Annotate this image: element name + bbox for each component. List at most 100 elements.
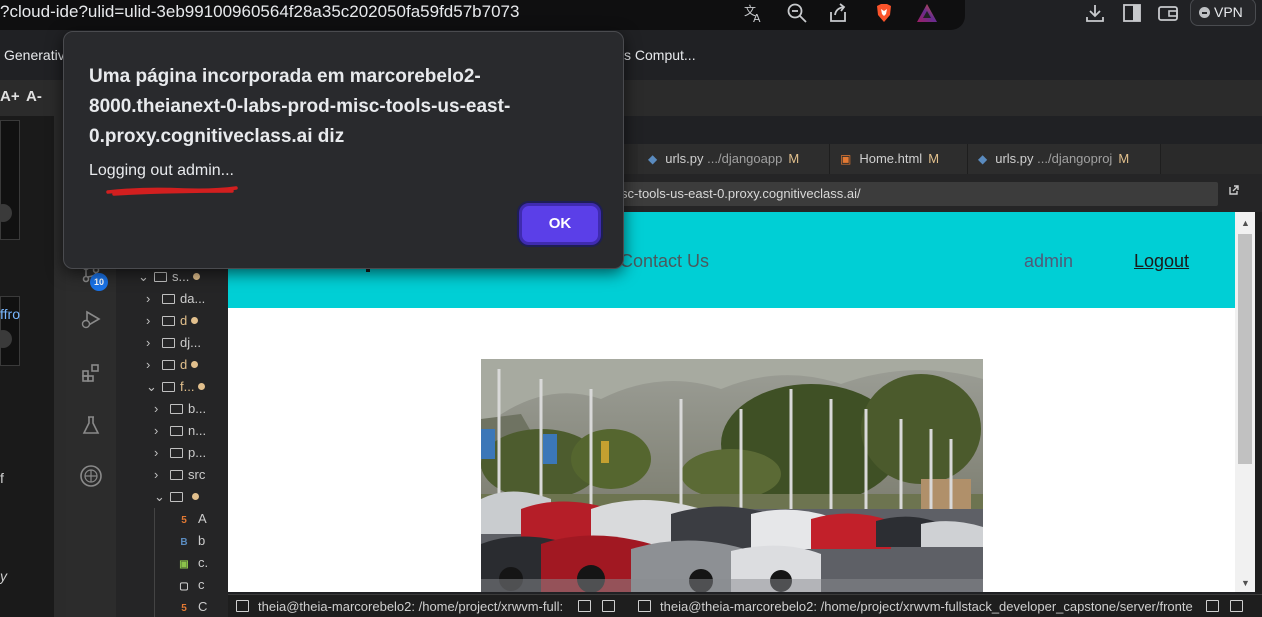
tab-home-html[interactable]: ▣ Home.html M (830, 144, 968, 174)
font-decrease-button[interactable]: A- (26, 88, 42, 105)
bookmark-computer[interactable]: s Comput... (624, 47, 696, 63)
address-bar-text[interactable]: ?cloud-ide?ulid=ulid-3eb99100960564f28a3… (0, 2, 519, 22)
tree-file[interactable]: Bb (178, 530, 205, 552)
tree-label: da... (180, 291, 206, 306)
tree-label: n... (188, 423, 207, 438)
maximize-panel-icon[interactable] (602, 600, 615, 612)
folder-icon (170, 470, 183, 480)
run-debug-icon[interactable] (78, 308, 104, 334)
terminal-bar: theia@theia-marcorebelo2: /home/project/… (228, 594, 1262, 617)
bookmark-generative[interactable]: Generativ (4, 47, 65, 63)
tree-folder[interactable]: › dj... (146, 332, 201, 354)
webpage-preview: Contact Us admin Logout (228, 212, 1235, 592)
tree-file[interactable]: ▢ c (178, 574, 205, 596)
flask-icon[interactable] (78, 414, 104, 440)
zoom-icon[interactable] (785, 2, 809, 26)
chevron-right-icon: › (154, 467, 159, 482)
scm-badge: 10 (90, 273, 108, 291)
skills-network-icon[interactable] (78, 464, 104, 490)
tree-folder[interactable]: › da... (146, 288, 205, 310)
chevron-right-icon: › (146, 313, 151, 328)
ok-button[interactable]: OK (519, 203, 601, 245)
preview-url-input[interactable]: sc-tools-us-east-0.proxy.cognitiveclass.… (613, 182, 1218, 206)
tree-folder[interactable]: ⌄ s... (138, 266, 201, 288)
tree-label: p... (188, 445, 207, 460)
html-file-icon: 5 (181, 603, 187, 614)
tab-urls-djangoapp[interactable]: ◆ urls.py .../djangoapp M (638, 144, 830, 174)
address-bar[interactable]: ?cloud-ide?ulid=ulid-3eb99100960564f28a3… (0, 0, 965, 30)
tree-folder[interactable]: › src (154, 464, 205, 486)
wallet-icon[interactable] (1156, 2, 1180, 26)
tree-file[interactable]: 5A (178, 508, 207, 530)
folder-icon (162, 294, 175, 304)
split-terminal-icon[interactable] (578, 600, 591, 612)
folder-icon (162, 382, 175, 392)
tree-file[interactable]: 5C (178, 596, 207, 617)
modified-dot (191, 361, 199, 368)
scroll-up-icon[interactable]: ▲ (1241, 218, 1250, 228)
vpn-label: VPN (1214, 4, 1243, 20)
font-increase-button[interactable]: A+ (0, 88, 20, 105)
sidebar-icon[interactable] (1120, 2, 1144, 26)
left-pane-text-2: f (0, 470, 4, 486)
open-external-icon[interactable] (1228, 184, 1240, 199)
extensions-icon[interactable] (78, 362, 104, 388)
folder-icon (170, 448, 183, 458)
tree-label: b... (188, 401, 207, 416)
tab-path: .../djangoproj (1037, 151, 1113, 166)
tree-folder[interactable]: › d (146, 310, 199, 332)
alert-dialog: Uma página incorporada em marcorebelo2-8… (63, 31, 624, 269)
chevron-right-icon: › (146, 357, 151, 372)
nav-logout-link[interactable]: Logout (1134, 251, 1189, 272)
tree-label: d (180, 313, 188, 328)
folder-icon (170, 492, 183, 502)
tree-folder[interactable]: ⌄ (154, 486, 199, 508)
tab-file: urls.py (995, 151, 1034, 166)
browser-toolbar: ?cloud-ide?ulid=ulid-3eb99100960564f28a3… (0, 0, 1262, 32)
chevron-down-icon: ⌄ (154, 489, 165, 504)
chevron-down-icon: ⌄ (146, 379, 157, 394)
tab-status: M (928, 151, 940, 166)
download-icon[interactable] (1083, 2, 1107, 26)
tab-file: urls.py (665, 151, 704, 166)
chevron-right-icon: › (154, 445, 159, 460)
translate-icon[interactable]: 文A (742, 2, 766, 26)
left-pane-text: ffro (0, 306, 20, 322)
brave-shield-icon[interactable] (872, 2, 896, 26)
tree-file[interactable]: ▣ c. (178, 552, 208, 574)
folder-icon (162, 316, 175, 326)
terminal-tab-2[interactable]: theia@theia-marcorebelo2: /home/project/… (660, 599, 1200, 614)
tree-folder[interactable]: ⌄ f... (146, 376, 206, 398)
tree-folder[interactable]: › d (146, 354, 199, 376)
scroll-thumb[interactable] (1238, 234, 1252, 464)
folder-icon (162, 338, 175, 348)
tab-file: Home.html (859, 151, 923, 166)
dialog-title: Uma página incorporada em marcorebelo2-8… (89, 66, 511, 147)
folder-icon (162, 360, 175, 370)
scroll-down-icon[interactable]: ▼ (1241, 578, 1250, 588)
tree-label: A (198, 511, 207, 526)
left-pane: ffro f y (0, 116, 66, 617)
tab-urls-djangoproj[interactable]: ◆ urls.py .../djangoproj M (968, 144, 1161, 174)
tree-folder[interactable]: › b... (154, 398, 206, 420)
terminal-tab-1[interactable]: theia@theia-marcorebelo2: /home/project/… (258, 599, 570, 614)
tab-status: M (788, 151, 800, 166)
tree-label: b (198, 533, 206, 548)
vpn-button[interactable]: VPN (1190, 0, 1256, 26)
terminal-icon (638, 600, 651, 612)
modified-dot (198, 383, 206, 390)
share-icon[interactable] (826, 2, 850, 26)
split-terminal-icon[interactable] (1206, 600, 1219, 612)
left-pane-text-3: y (0, 568, 7, 584)
modified-dot (192, 493, 199, 500)
folder-icon (154, 272, 167, 282)
maximize-panel-icon[interactable] (1230, 600, 1243, 612)
tree-label: C (198, 599, 208, 614)
nav-contact-link[interactable]: Contact Us (620, 251, 709, 272)
tree-folder[interactable]: › n... (154, 420, 206, 442)
brave-rewards-icon[interactable] (915, 2, 939, 26)
preview-scrollbar[interactable]: ▲ ▼ (1235, 212, 1255, 592)
tree-label: c (198, 577, 205, 592)
right-edge (1255, 212, 1262, 617)
tree-folder[interactable]: › p... (154, 442, 206, 464)
